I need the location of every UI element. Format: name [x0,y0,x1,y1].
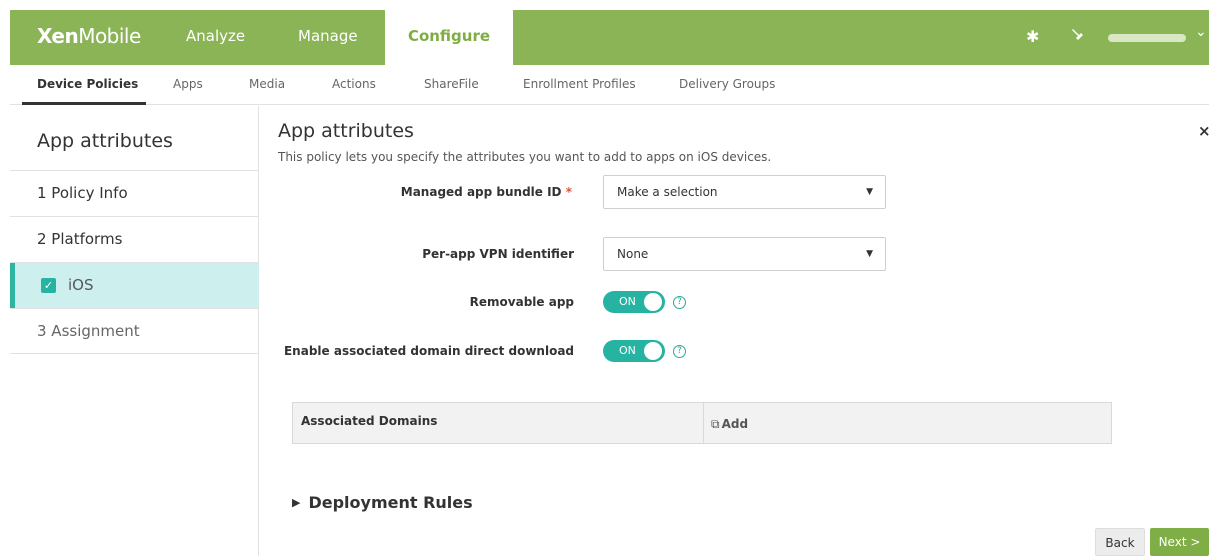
bundle-id-label: Managed app bundle ID * [400,185,572,199]
help-icon[interactable]: ? [673,296,686,309]
active-tab-underline [22,102,146,105]
user-name-blurred[interactable] [1108,34,1186,42]
subnav-delivery-groups[interactable]: Delivery Groups [679,77,775,91]
close-icon[interactable]: × [1198,122,1209,140]
subnav-sharefile[interactable]: ShareFile [424,77,479,91]
xenmobile-logo: XenMobile [37,24,141,48]
subnav-media[interactable]: Media [249,77,285,91]
vpn-identifier-label: Per-app VPN identifier [422,247,574,261]
sub-navigation: Device Policies Apps Media Actions Share… [10,65,1209,105]
column-divider [703,403,704,443]
deployment-rules-toggle[interactable]: ▶ Deployment Rules [292,493,473,512]
nav-configure[interactable]: Configure [385,10,513,65]
checkbox-checked-icon[interactable]: ✓ [41,278,56,293]
wrench-icon[interactable] [1070,27,1087,48]
help-icon[interactable]: ? [673,345,686,358]
add-domain-button[interactable]: ⧉ Add [711,417,748,432]
nav-analyze[interactable]: Analyze [186,10,245,65]
domain-download-toggle[interactable]: ON [603,340,665,362]
nav-manage[interactable]: Manage [298,10,358,65]
add-icon: ⧉ [711,417,720,431]
subnav-device-policies[interactable]: Device Policies [37,77,138,91]
caret-right-icon: ▶ [292,496,301,509]
subnav-enrollment-profiles[interactable]: Enrollment Profiles [523,77,636,91]
removable-app-toggle[interactable]: ON [603,291,665,313]
subnav-actions[interactable]: Actions [332,77,376,91]
wizard-sidebar: App attributes 1 Policy Info 2 Platforms… [10,106,259,556]
sidebar-item-ios[interactable]: ✓ iOS [10,262,259,309]
sidebar-item-assignment[interactable]: 3 Assignment [10,308,259,354]
selected-marker [10,263,15,309]
back-button[interactable]: Back [1095,528,1145,556]
page-title: App attributes [278,120,414,142]
sidebar-title: App attributes [37,130,173,152]
next-button[interactable]: Next > [1150,528,1209,556]
vpn-identifier-select[interactable]: None ▼ [603,237,886,271]
top-navigation-bar: XenMobile Analyze Manage Configure ✱ ⌄ [10,10,1209,65]
dropdown-caret-icon: ▼ [866,187,873,197]
sidebar-item-ios-label: iOS [68,276,94,294]
table-header-associated-domains: Associated Domains [301,414,438,428]
page-description: This policy lets you specify the attribu… [278,150,772,164]
sidebar-item-platforms[interactable]: 2 Platforms [10,216,259,262]
sidebar-item-policy-info[interactable]: 1 Policy Info [10,170,259,216]
removable-app-label: Removable app [469,295,574,309]
subnav-apps[interactable]: Apps [173,77,203,91]
bundle-id-select[interactable]: Make a selection ▼ [603,175,886,209]
domain-download-label: Enable associated domain direct download [283,344,574,358]
associated-domains-table: Associated Domains ⧉ Add [292,402,1112,444]
chevron-down-icon[interactable]: ⌄ [1195,24,1207,40]
gear-icon[interactable]: ✱ [1026,27,1039,46]
dropdown-caret-icon: ▼ [866,249,873,259]
